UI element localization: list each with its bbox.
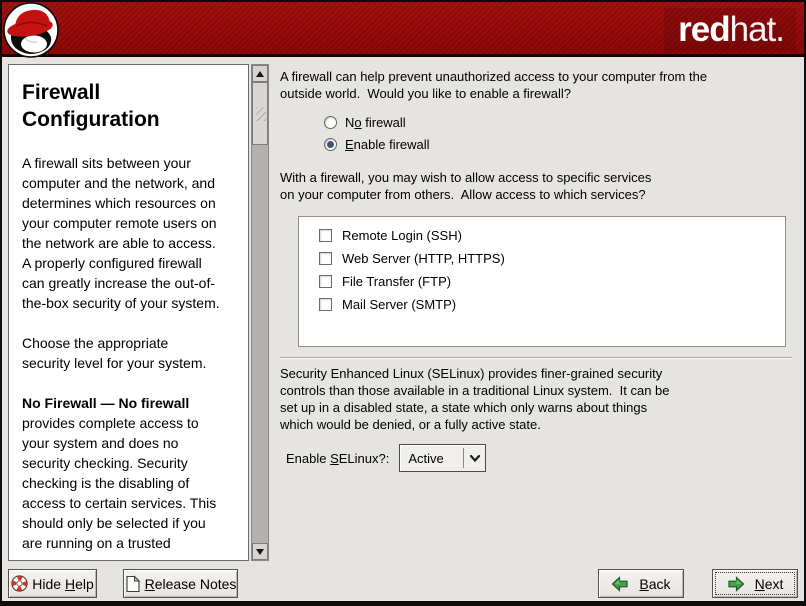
hide-help-button[interactable]: Hide Help bbox=[8, 569, 97, 598]
selinux-dropdown-value: Active bbox=[400, 445, 463, 471]
firewall-intro-text: A firewall can help prevent unauthorized… bbox=[280, 68, 794, 102]
radio-enable-firewall[interactable]: Enable firewall bbox=[324, 133, 794, 155]
service-label: File Transfer (FTP) bbox=[342, 274, 451, 289]
radio-no-firewall[interactable]: No firewall bbox=[324, 111, 794, 133]
help-panel: Firewall Configuration A firewall sits b… bbox=[8, 64, 249, 561]
back-button[interactable]: Back bbox=[598, 569, 684, 598]
redhat-shadowman-icon bbox=[3, 2, 60, 59]
wordmark-red: red bbox=[678, 10, 729, 49]
scroll-up-button[interactable] bbox=[252, 65, 268, 82]
help-paragraph-3-rest: provides complete access to your system … bbox=[22, 415, 216, 551]
life-ring-icon bbox=[11, 575, 28, 592]
selinux-dropdown[interactable]: Active bbox=[399, 444, 486, 472]
next-label: Next bbox=[755, 576, 784, 592]
service-label: Mail Server (SMTP) bbox=[342, 297, 456, 312]
selinux-label: Enable SELinux?: bbox=[286, 451, 389, 466]
checkbox-icon[interactable] bbox=[319, 229, 332, 242]
selinux-setting-row: Enable SELinux?: Active bbox=[286, 444, 794, 472]
selinux-description-text: Security Enhanced Linux (SELinux) provid… bbox=[280, 365, 794, 433]
radio-circle-icon[interactable] bbox=[324, 116, 337, 129]
back-label: Back bbox=[639, 576, 670, 592]
help-paragraph-3-bold: No Firewall — No firewall bbox=[22, 395, 189, 411]
help-paragraph-3: No Firewall — No firewall provides compl… bbox=[22, 393, 238, 553]
installer-window: redhat. Firewall Configuration A firewal… bbox=[0, 0, 806, 606]
radio-no-firewall-label: No firewall bbox=[345, 115, 406, 130]
scroll-down-button[interactable] bbox=[252, 543, 268, 560]
service-row-smtp[interactable]: Mail Server (SMTP) bbox=[319, 293, 785, 316]
help-scrollbar[interactable] bbox=[251, 64, 269, 561]
chevron-down-icon[interactable] bbox=[464, 445, 485, 471]
hide-help-label: Hide Help bbox=[32, 576, 94, 592]
scroll-thumb[interactable] bbox=[252, 82, 268, 145]
checkbox-icon[interactable] bbox=[319, 275, 332, 288]
release-notes-button[interactable]: Release Notes bbox=[123, 569, 238, 598]
selinux-separator bbox=[280, 357, 792, 359]
wordmark-hat: hat. bbox=[730, 10, 784, 49]
scroll-down-arrow-icon bbox=[256, 549, 264, 555]
help-panel-title: Firewall Configuration bbox=[22, 79, 238, 133]
help-paragraph-1: A firewall sits between your computer an… bbox=[22, 153, 238, 313]
top-banner: redhat. bbox=[2, 2, 804, 57]
next-button[interactable]: Next bbox=[712, 569, 798, 598]
checkbox-icon[interactable] bbox=[319, 252, 332, 265]
radio-circle-icon[interactable] bbox=[324, 138, 337, 151]
services-intro-text: With a firewall, you may wish to allow a… bbox=[280, 169, 794, 203]
scroll-thumb-grip-icon bbox=[256, 107, 266, 121]
service-row-ftp[interactable]: File Transfer (FTP) bbox=[319, 270, 785, 293]
service-label: Web Server (HTTP, HTTPS) bbox=[342, 251, 505, 266]
main-content: A firewall can help prevent unauthorized… bbox=[280, 68, 794, 472]
service-row-ssh[interactable]: Remote Login (SSH) bbox=[319, 224, 785, 247]
document-icon bbox=[125, 575, 141, 593]
radio-enable-firewall-label: Enable firewall bbox=[345, 137, 430, 152]
redhat-wordmark: redhat. bbox=[664, 8, 796, 51]
firewall-radio-group: No firewall Enable firewall bbox=[324, 111, 794, 155]
service-row-web[interactable]: Web Server (HTTP, HTTPS) bbox=[319, 247, 785, 270]
arrow-right-icon bbox=[727, 576, 745, 592]
arrow-left-icon bbox=[611, 576, 629, 592]
scroll-up-arrow-icon bbox=[256, 71, 264, 77]
release-notes-label: Release Notes bbox=[145, 576, 237, 592]
checkbox-icon[interactable] bbox=[319, 298, 332, 311]
service-label: Remote Login (SSH) bbox=[342, 228, 462, 243]
help-paragraph-2: Choose the appropriate security level fo… bbox=[22, 333, 238, 373]
services-list-box: Remote Login (SSH) Web Server (HTTP, HTT… bbox=[298, 216, 786, 347]
